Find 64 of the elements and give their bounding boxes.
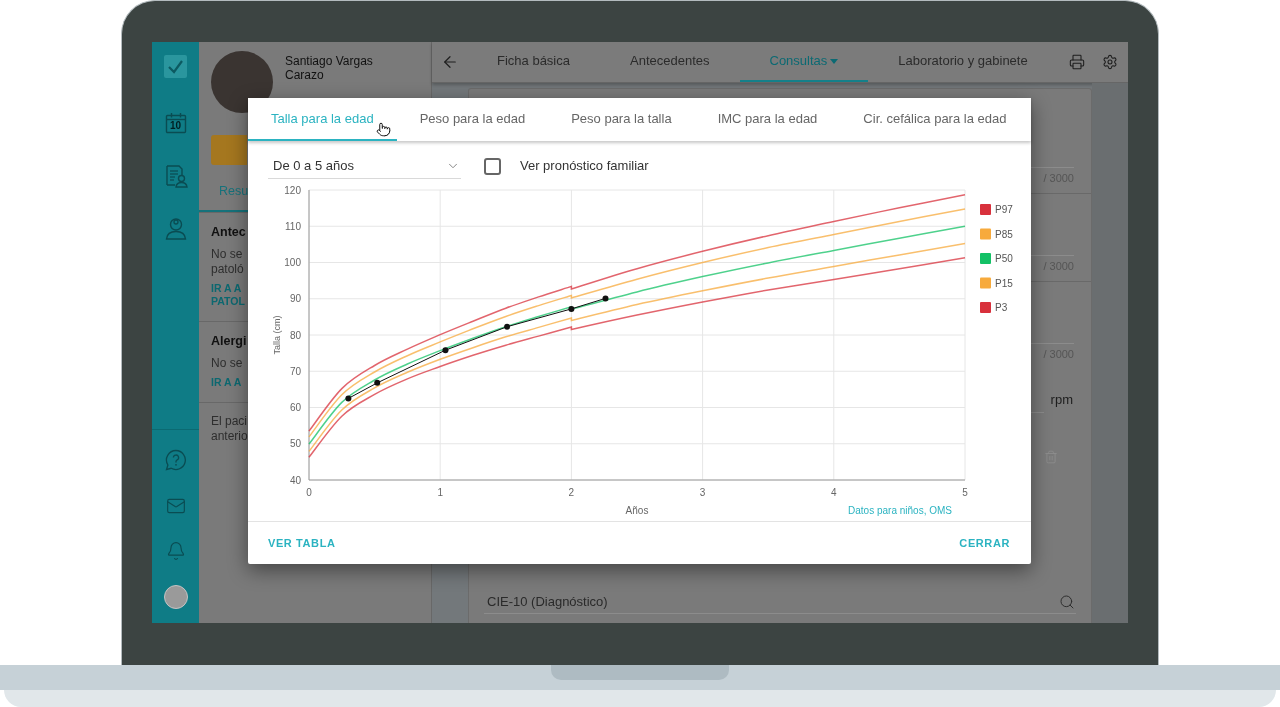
dialog-action-button[interactable]: VER TABLA: [268, 534, 336, 552]
section-text: No se: [211, 356, 243, 371]
mail-icon[interactable]: [165, 496, 186, 516]
legend-label: P50: [995, 253, 1013, 264]
unit-label: rpm: [1050, 392, 1073, 408]
nav-tab[interactable]: Laboratorio y gabinete: [868, 42, 1058, 82]
hand-cursor-icon: [376, 122, 391, 137]
section-text: No se: [211, 247, 243, 262]
chart-tab[interactable]: Peso para la edad: [396, 98, 549, 141]
axis-tick-label: 80: [289, 329, 301, 341]
patient-name: Santiago Vargas Carazo: [285, 54, 374, 84]
legend-label: P85: [995, 228, 1013, 240]
checkbox-label: Ver pronóstico familiar: [520, 157, 649, 176]
legend-label: P97: [995, 204, 1013, 215]
doctor-icon[interactable]: [163, 216, 188, 240]
legend-label: P15: [995, 277, 1013, 289]
action-button[interactable]: [211, 135, 247, 165]
family-forecast-checkbox[interactable]: [484, 157, 501, 175]
section-text: El paci: [211, 414, 248, 429]
axis-tick-label: 2: [568, 487, 575, 498]
section-text: patoló: [211, 262, 244, 277]
axis-tick-label: 60: [289, 402, 301, 413]
section-title: Antec: [211, 224, 246, 240]
axis-tick-label: 90: [289, 293, 301, 305]
axis-tick-label: 0: [306, 487, 312, 498]
settings-icon[interactable]: [1102, 54, 1118, 70]
axis-tick-label: 3: [699, 487, 706, 498]
document-person-icon[interactable]: [163, 164, 188, 188]
age-range-dropdown[interactable]: De 0 a 5 años: [268, 153, 461, 179]
calendar-date: 10: [168, 121, 183, 131]
help-icon[interactable]: [164, 449, 187, 471]
chart-tab[interactable]: Cir. cefálica para la edad: [840, 98, 1030, 141]
axis-tick-label: 50: [289, 438, 301, 450]
section-link[interactable]: IR A A: [211, 282, 242, 295]
section-text: anterio: [211, 429, 248, 444]
section-title: Alergi: [211, 333, 247, 349]
nav-tab[interactable]: Antecedentes: [600, 42, 740, 82]
dialog-action-button[interactable]: CERRAR: [959, 534, 1010, 552]
axis-title: Años: [625, 505, 649, 516]
axis-tick-label: 40: [289, 474, 301, 486]
bell-icon[interactable]: [165, 541, 186, 561]
axis-tick-label: 5: [962, 487, 968, 498]
source-link[interactable]: Datos para niños, OMS: [848, 505, 952, 516]
nav-tab[interactable]: Ficha básica: [467, 42, 600, 82]
chart-tab[interactable]: IMC para la edad: [694, 98, 841, 141]
axis-tick-label: 110: [285, 220, 301, 232]
nav-tab[interactable]: Consultas: [739, 42, 869, 82]
checkmark-logo-icon[interactable]: [164, 55, 187, 78]
section-link[interactable]: PATOL: [211, 295, 245, 308]
axis-tick-label: 100: [284, 257, 301, 268]
axis-tick-label: 70: [289, 365, 301, 377]
calendar-icon[interactable]: [164, 112, 187, 134]
trash-icon[interactable]: [1044, 450, 1058, 464]
axis-title: Talla (cm): [272, 315, 282, 355]
avatar-placeholder[interactable]: [163, 585, 188, 609]
axis-tick-label: 120: [284, 184, 301, 196]
chart-tab[interactable]: Peso para la talla: [548, 98, 695, 141]
section-link[interactable]: IR A A: [211, 376, 242, 389]
legend-label: P3: [995, 302, 1008, 313]
diagnosis-search-field[interactable]: CIE-10 (Diagnóstico): [484, 590, 1076, 614]
print-icon[interactable]: [1069, 54, 1085, 70]
axis-tick-label: 4: [831, 487, 837, 498]
axis-tick-label: 1: [437, 487, 443, 498]
search-icon[interactable]: [1059, 594, 1075, 610]
